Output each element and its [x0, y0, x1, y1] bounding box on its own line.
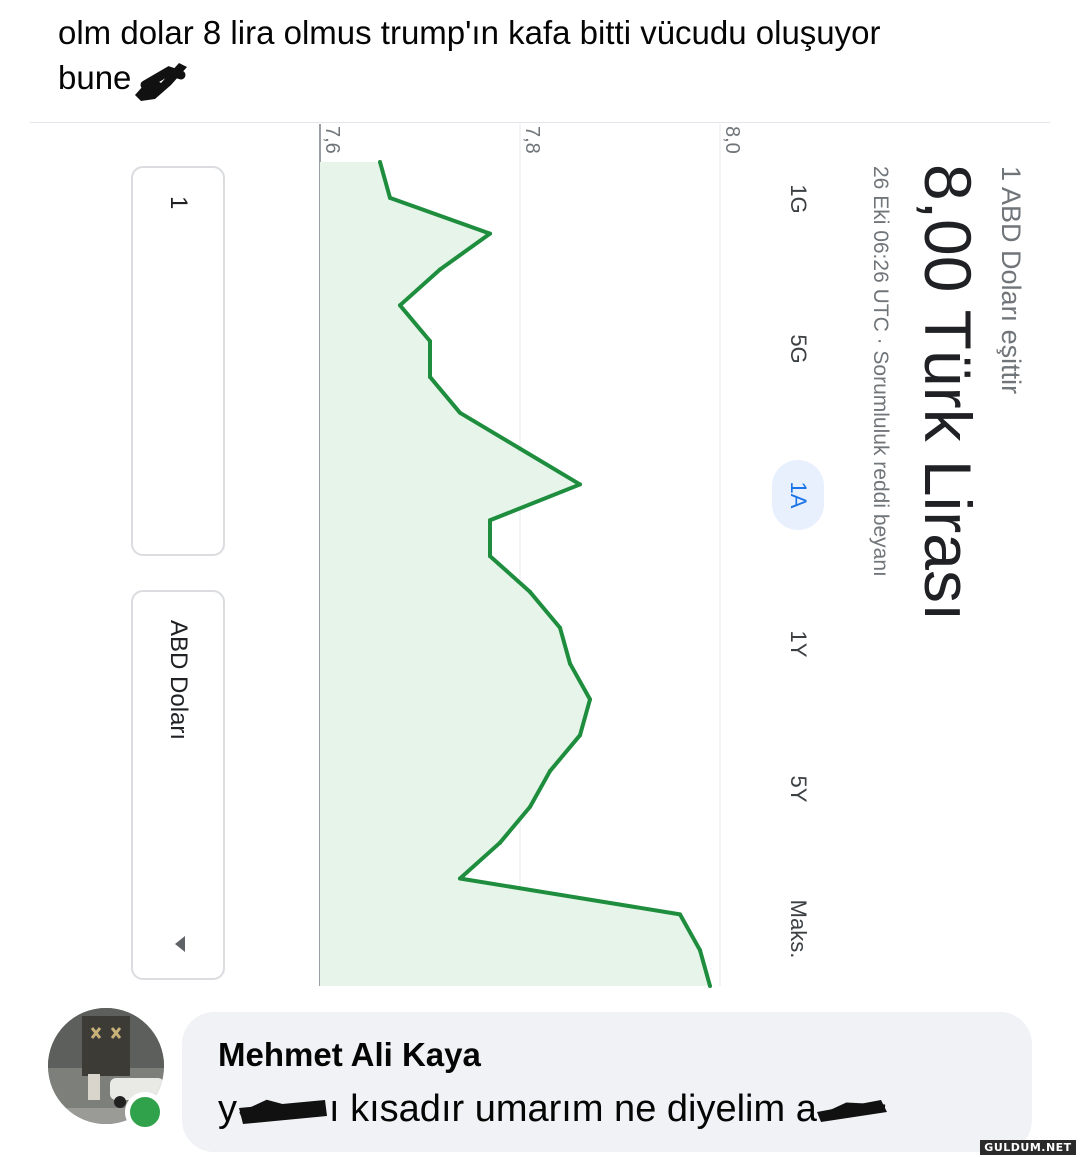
chart-point	[528, 589, 532, 594]
post-text-line-1: olm dolar 8 lira olmus trump'ın kafa bit…	[58, 14, 881, 51]
chart-point	[548, 769, 552, 774]
post-text-line-2: bune	[58, 55, 1018, 105]
currency-select[interactable]: ABD Doları	[131, 590, 225, 980]
comment-text: y ı kısadır umarım ne diyelim a	[218, 1088, 889, 1131]
chart-point	[698, 948, 702, 953]
chart-point	[528, 804, 532, 809]
equals-label: 1 ABD Doları eşittir	[996, 166, 1026, 395]
chart-point	[488, 554, 492, 559]
exchange-value: 8,00 Türk Lirası	[911, 164, 985, 622]
chart-point	[488, 518, 492, 523]
currency-select-value: ABD Doları	[165, 620, 192, 741]
chart-point	[428, 374, 432, 379]
range-tab-5y[interactable]: 5Y	[772, 754, 824, 824]
y-tick-label: 7,8	[521, 126, 543, 154]
range-selector: 1G 5G 1A 1Y 5Y Maks.	[766, 164, 830, 984]
chart-point	[558, 625, 562, 630]
dropdown-caret-icon	[175, 936, 185, 952]
range-tab-5g[interactable]: 5G	[772, 314, 824, 384]
post-divider	[30, 122, 1050, 123]
chart-point	[388, 195, 392, 200]
redaction-scribble-icon	[135, 63, 188, 102]
chart-point	[438, 267, 442, 272]
chart-point	[378, 160, 382, 164]
date-disclaimer: 26 Eki 06:26 UTC · Sorumluluk reddi beya…	[869, 166, 892, 577]
comment-text-middle: ı kısadır umarım ne diyelim a	[329, 1088, 817, 1130]
chart-point	[458, 876, 462, 881]
comment-text-start: y	[218, 1088, 237, 1130]
chart-point	[498, 840, 502, 845]
range-tab-1y[interactable]: 1Y	[772, 609, 824, 679]
comment-author[interactable]: Mehmet Ali Kaya	[218, 1036, 481, 1074]
currency-widget: 1 ABD Doları eşittir 8,00 Türk Lirası 26…	[30, 124, 1040, 994]
chart-point	[578, 733, 582, 738]
chart-point	[398, 303, 402, 308]
exchange-rate-chart: 7,6 7,8 8,0	[319, 124, 740, 988]
chart-point	[488, 231, 492, 236]
chart-area-fill	[320, 162, 710, 986]
post-text-line-2-word: bune	[58, 59, 132, 96]
range-tab-1g[interactable]: 1G	[772, 164, 824, 234]
chart-point	[708, 984, 712, 988]
chart-point	[678, 912, 682, 917]
amount-value: 1	[165, 196, 192, 210]
online-status-dot	[125, 1092, 165, 1132]
range-tab-1a[interactable]: 1A	[772, 460, 824, 530]
chart-point	[458, 410, 462, 415]
chart-point	[568, 661, 572, 666]
post-text: olm dolar 8 lira olmus trump'ın kafa bit…	[58, 10, 1018, 105]
range-tab-maks[interactable]: Maks.	[772, 894, 824, 964]
chart-point	[428, 339, 432, 344]
comment-bubble: Mehmet Ali Kaya y ı kısadır umarım ne di…	[182, 1012, 1032, 1152]
redaction-scribble-end-icon	[816, 1099, 887, 1122]
chart-point	[578, 482, 582, 487]
chart-point	[518, 446, 522, 451]
redaction-scribble-icon	[239, 1099, 327, 1124]
chart-point	[588, 697, 592, 702]
amount-input[interactable]: 1	[131, 166, 225, 556]
currency-widget-screenshot: 1 ABD Doları eşittir 8,00 Türk Lirası 26…	[30, 124, 1050, 994]
y-tick-label: 8,0	[721, 126, 740, 154]
y-tick-label: 7,6	[321, 126, 343, 154]
watermark-logo: GULDUM.NET	[980, 1140, 1076, 1155]
